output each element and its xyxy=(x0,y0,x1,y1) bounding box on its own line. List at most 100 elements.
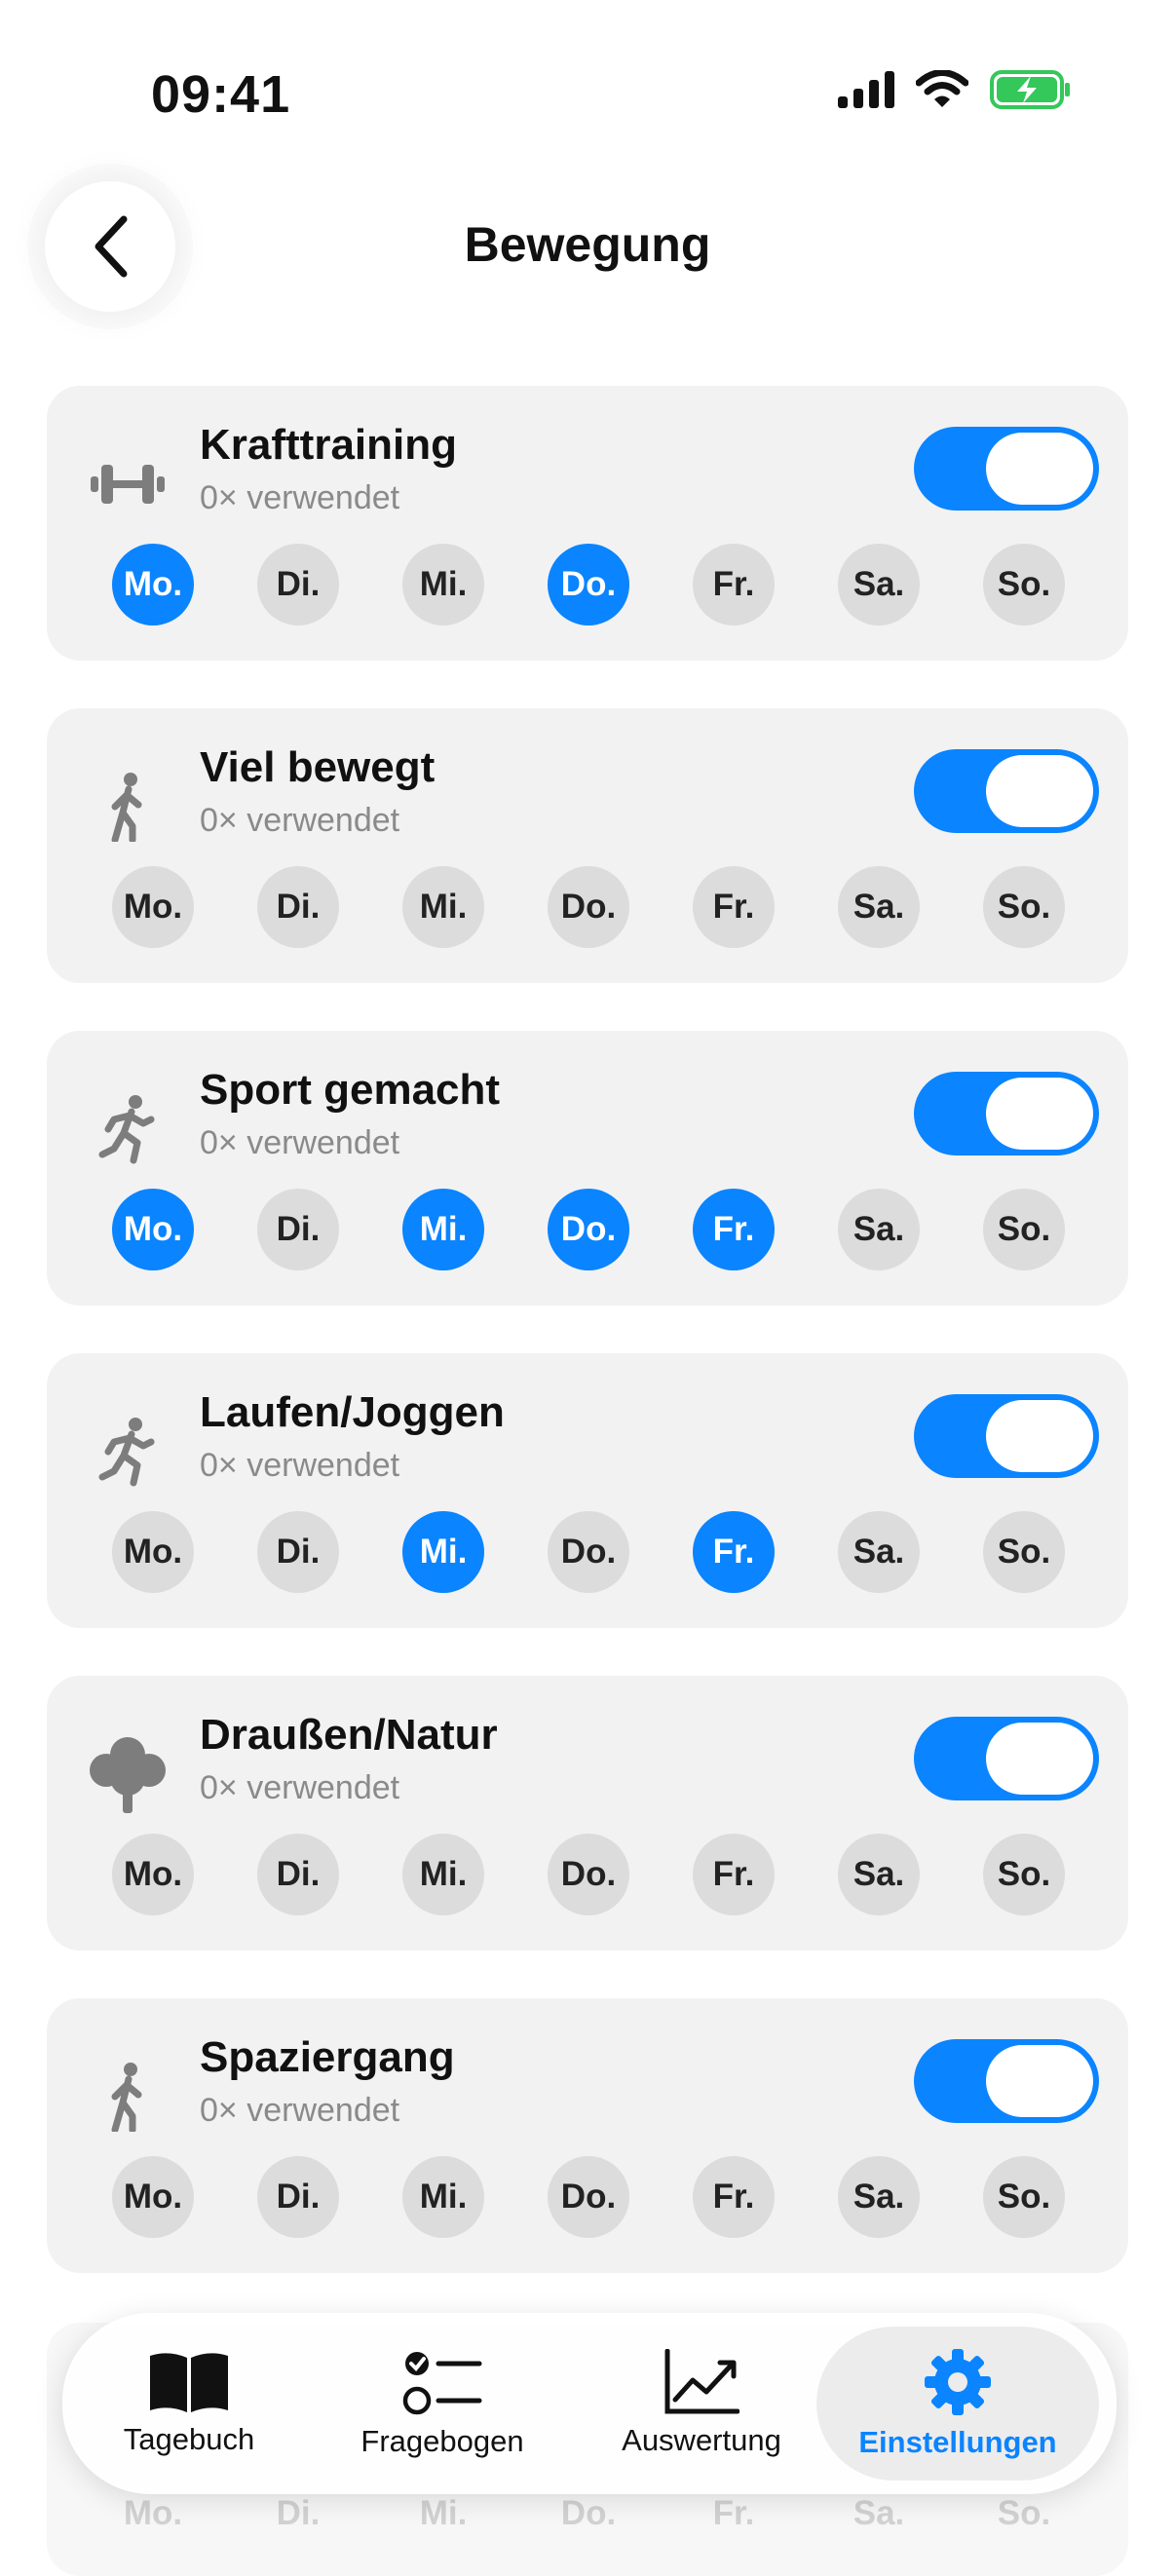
weekday-button[interactable]: Mi. xyxy=(402,1511,484,1593)
gear-icon xyxy=(925,2349,991,2415)
weekday-button[interactable]: So. xyxy=(983,1511,1065,1593)
usage-count: 0× verwendet xyxy=(200,1124,400,1161)
toggle-knob xyxy=(986,1078,1093,1150)
enable-toggle[interactable] xyxy=(914,2039,1099,2123)
weekday-button[interactable]: Do. xyxy=(548,544,629,625)
tab-fragebogen[interactable]: Fragebogen xyxy=(325,2315,559,2492)
weekday-button[interactable]: Fr. xyxy=(693,1511,775,1593)
checklist-icon xyxy=(402,2352,482,2415)
tab-tagebuch[interactable]: Tagebuch xyxy=(82,2315,296,2492)
weekday-button[interactable]: Di. xyxy=(257,2156,339,2238)
weekday-button[interactable]: Sa. xyxy=(838,1189,920,1270)
usage-count: 0× verwendet xyxy=(200,1447,400,1484)
tab-bar: Tagebuch Fragebogen Auswertung Einstellu… xyxy=(62,2313,1117,2494)
weekday-button[interactable]: Mi. xyxy=(402,1834,484,1915)
weekday-button[interactable]: Sa. xyxy=(838,866,920,948)
activity-name: Spaziergang xyxy=(200,2033,455,2081)
activity-card: Sport gemacht 0× verwendet Mo. Di. Mi. Do. Fr.… xyxy=(47,1031,1128,1306)
usage-count: 0× verwendet xyxy=(200,802,400,839)
weekday-button[interactable]: Di. xyxy=(257,1834,339,1915)
weekday-button[interactable]: So. xyxy=(983,1189,1065,1270)
weekday-button[interactable]: Sa. xyxy=(838,544,920,625)
chart-icon xyxy=(664,2349,739,2414)
dumbbell-icon xyxy=(84,440,171,528)
activity-card: Spaziergang 0× verwendet Mo. Di. Mi. Do. Fr. Sa… xyxy=(47,1998,1128,2273)
weekday-button[interactable]: Di. xyxy=(257,1511,339,1593)
weekday-button[interactable]: Mi. xyxy=(402,866,484,948)
usage-count: 0× verwendet xyxy=(200,1769,400,1806)
weekday-button[interactable]: Di. xyxy=(257,1189,339,1270)
weekday-label: So. xyxy=(997,2494,1051,2532)
activity-name: Draußen/Natur xyxy=(200,1711,498,1759)
toggle-knob xyxy=(986,433,1093,505)
tab-auswertung[interactable]: Auswertung xyxy=(585,2315,818,2492)
status-time: 09:41 xyxy=(151,65,291,124)
toggle-knob xyxy=(986,1723,1093,1795)
weekday-button[interactable]: So. xyxy=(983,2156,1065,2238)
weekday-button[interactable]: Do. xyxy=(548,2156,629,2238)
enable-toggle[interactable] xyxy=(914,1394,1099,1478)
weekday-selector: Mo. Di. Mi. Do. Fr. Sa. So. xyxy=(112,1511,1065,1593)
tab-label: Auswertung xyxy=(622,2423,781,2457)
weekday-label: Do. xyxy=(560,2494,617,2532)
weekday-button[interactable]: Mo. xyxy=(112,2156,194,2238)
weekday-button[interactable]: Mi. xyxy=(402,1189,484,1270)
weekday-button[interactable]: Fr. xyxy=(693,866,775,948)
weekday-button[interactable]: Mi. xyxy=(402,2156,484,2238)
enable-toggle[interactable] xyxy=(914,1072,1099,1155)
weekday-button[interactable]: Sa. xyxy=(838,2156,920,2238)
weekday-button[interactable]: Do. xyxy=(548,1834,629,1915)
weekday-button[interactable]: Mo. xyxy=(112,1834,194,1915)
weekday-button[interactable]: Fr. xyxy=(693,544,775,625)
weekday-label: Mo. xyxy=(123,2494,183,2532)
weekday-label: Fr. xyxy=(712,2494,755,2532)
weekday-button[interactable]: Fr. xyxy=(693,1834,775,1915)
weekday-label: Di. xyxy=(276,2494,321,2532)
weekday-button[interactable]: So. xyxy=(983,866,1065,948)
weekday-button[interactable]: Do. xyxy=(548,866,629,948)
walking-icon xyxy=(84,2053,171,2140)
weekday-label: Sa. xyxy=(853,2494,905,2532)
tab-label: Fragebogen xyxy=(360,2424,524,2458)
tab-label: Tagebuch xyxy=(123,2422,255,2456)
status-icons xyxy=(838,70,1072,109)
running-icon xyxy=(84,1085,171,1173)
weekday-button[interactable]: Mo. xyxy=(112,544,194,625)
enable-toggle[interactable] xyxy=(914,749,1099,833)
toggle-knob xyxy=(986,755,1093,827)
walking-icon xyxy=(84,763,171,851)
battery-charging-icon xyxy=(990,70,1070,109)
tab-einstellungen[interactable]: Einstellungen xyxy=(816,2327,1099,2481)
weekday-selector: Mo. Di. Mi. Do. Fr. Sa. So. xyxy=(112,1834,1065,1915)
tree-icon xyxy=(84,1730,171,1818)
weekday-button[interactable]: Mo. xyxy=(112,866,194,948)
enable-toggle[interactable] xyxy=(914,1717,1099,1800)
enable-toggle[interactable] xyxy=(914,427,1099,511)
weekday-button[interactable]: Do. xyxy=(548,1511,629,1593)
weekday-button[interactable]: Sa. xyxy=(838,1511,920,1593)
weekday-button[interactable]: Mo. xyxy=(112,1189,194,1270)
activity-card: Krafttraining 0× verwendet Mo. Di. Mi. Do. Fr.… xyxy=(47,386,1128,661)
weekday-button[interactable]: Fr. xyxy=(693,2156,775,2238)
weekday-button[interactable]: Di. xyxy=(257,866,339,948)
running-icon xyxy=(84,1408,171,1496)
weekday-button[interactable]: Do. xyxy=(548,1189,629,1270)
activity-card: Laufen/Joggen 0× verwendet Mo. Di. Mi. Do. Fr.… xyxy=(47,1353,1128,1628)
toggle-knob xyxy=(986,2045,1093,2117)
weekday-button[interactable]: Mi. xyxy=(402,544,484,625)
activity-name: Krafttraining xyxy=(200,421,457,469)
weekday-button[interactable]: So. xyxy=(983,544,1065,625)
activity-card: Viel bewegt 0× verwendet Mo. Di. Mi. Do. Fr. Sa… xyxy=(47,708,1128,983)
page-title: Bewegung xyxy=(464,217,711,272)
weekday-button[interactable]: Fr. xyxy=(693,1189,775,1270)
weekday-button[interactable]: Mo. xyxy=(112,1511,194,1593)
usage-count: 0× verwendet xyxy=(200,479,400,516)
weekday-button[interactable]: Di. xyxy=(257,544,339,625)
activity-card: Draußen/Natur 0× verwendet Mo. Di. Mi. Do. Fr.… xyxy=(47,1676,1128,1951)
activity-name: Sport gemacht xyxy=(200,1066,501,1114)
weekday-label: Mi. xyxy=(419,2494,468,2532)
weekday-button[interactable]: Sa. xyxy=(838,1834,920,1915)
activity-name: Laufen/Joggen xyxy=(200,1388,505,1436)
weekday-button[interactable]: So. xyxy=(983,1834,1065,1915)
weekday-selector: Mo. Di. Mi. Do. Fr. Sa. So. xyxy=(112,1189,1065,1270)
